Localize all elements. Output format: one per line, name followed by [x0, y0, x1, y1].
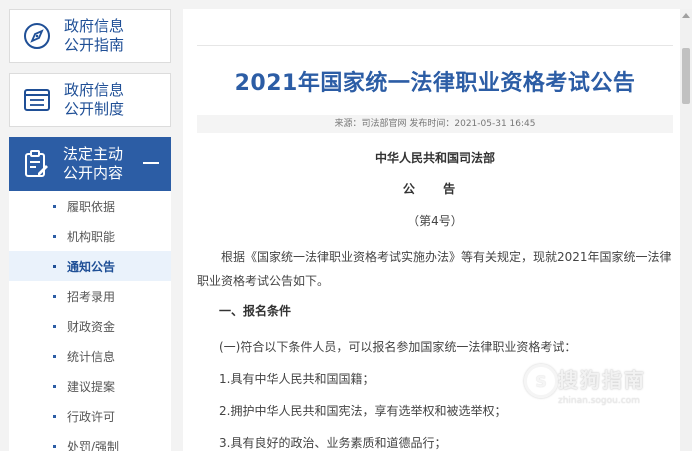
bullet-icon [53, 415, 56, 418]
nav-label-line2: 公开指南 [64, 36, 125, 54]
collapse-icon[interactable] [143, 162, 159, 164]
conditions-paragraph: (一)符合以下条件人员，可以报名参加国家统一法律职业资格考试： [219, 340, 577, 354]
condition-item: 3.具有良好的政治、业务素质和道德品行； [219, 436, 447, 450]
notice-number: （第4号） [407, 214, 463, 228]
article-title: 2021年国家统一法律职业资格考试公告 [234, 71, 636, 96]
nav-gov-info-system[interactable]: 政府信息 公开制度 [9, 73, 171, 127]
bullet-icon [53, 325, 56, 328]
sub-nav-label: 处罚/强制 [67, 439, 120, 451]
sub-nav-item[interactable]: 机构职能 [9, 221, 171, 251]
nav-label-line1: 法定主动 [63, 145, 124, 163]
notice-heading: 公 告 [402, 182, 468, 196]
nav-label-line2: 公开制度 [64, 100, 125, 118]
sidebar: 政府信息 公开指南 政府信息 公开制度 法定主动 公开内容 履职依据 机构职能 … [9, 9, 171, 451]
sub-nav-label: 建议提案 [67, 379, 116, 394]
nav-statutory-disclosure-label: 法定主动 公开内容 [63, 145, 123, 183]
sub-nav-item[interactable]: 履职依据 [9, 191, 171, 221]
sub-nav-item[interactable]: 行政许可 [9, 401, 171, 431]
nav-statutory-disclosure[interactable]: 法定主动 公开内容 [9, 137, 171, 191]
sub-nav-item[interactable]: 招考录用 [9, 281, 171, 311]
sub-nav-item[interactable]: 处罚/强制 [9, 431, 171, 451]
sub-nav-item[interactable]: 财政资金 [9, 311, 171, 341]
watermark-logo-icon: S [524, 364, 558, 398]
scrollbar-thumb[interactable] [682, 48, 690, 104]
sub-nav-label: 招考录用 [67, 289, 116, 304]
nav-gov-info-guide-label: 政府信息 公开指南 [64, 17, 124, 55]
nav-gov-info-system-label: 政府信息 公开制度 [64, 81, 124, 119]
sub-nav-label: 履职依据 [67, 199, 116, 214]
bullet-icon [53, 445, 56, 448]
watermark-url: zhinan.sogou.com [558, 396, 640, 406]
bullet-icon [53, 235, 56, 238]
intro-paragraph: 根据《国家统一法律职业资格考试实施办法》等有关规定，现就2021年国家统一法律职… [197, 250, 672, 288]
sub-nav-label: 统计信息 [67, 349, 116, 364]
sub-nav-item[interactable]: 统计信息 [9, 341, 171, 371]
sub-nav-item[interactable]: 建议提案 [9, 371, 171, 401]
article-meta: 来源：司法部官网 发布时间：2021-05-31 16:45 [197, 115, 673, 133]
watermark-text: 搜狗指南 [558, 368, 646, 392]
clipboard-edit-icon [21, 149, 51, 179]
sub-nav-label: 财政资金 [67, 319, 116, 334]
bullet-icon [53, 295, 56, 298]
sub-nav-label: 通知公告 [67, 259, 116, 274]
document-list-icon [22, 85, 52, 115]
scroll-up-icon[interactable] [680, 9, 692, 21]
nav-label-line1: 政府信息 [64, 17, 125, 35]
section-heading: 一、报名条件 [219, 304, 292, 318]
sub-nav-label: 行政许可 [67, 409, 116, 424]
sub-nav-label: 机构职能 [67, 229, 116, 244]
bullet-icon [53, 385, 56, 388]
watermark: S 搜狗指南 zhinan.sogou.com [518, 360, 688, 420]
sub-nav-list: 履职依据 机构职能 通知公告 招考录用 财政资金 统计信息 建议提案 行政许可 … [9, 191, 171, 451]
issuing-org: 中华人民共和国司法部 [374, 151, 495, 165]
nav-label-line1: 政府信息 [64, 81, 125, 99]
bullet-icon [53, 205, 56, 208]
divider [197, 45, 673, 46]
nav-gov-info-guide[interactable]: 政府信息 公开指南 [9, 9, 171, 63]
sub-nav-item-active[interactable]: 通知公告 [9, 251, 171, 281]
nav-label-line2: 公开内容 [63, 164, 124, 182]
bullet-icon [53, 265, 56, 268]
bullet-icon [53, 355, 56, 358]
compass-icon [22, 21, 52, 51]
